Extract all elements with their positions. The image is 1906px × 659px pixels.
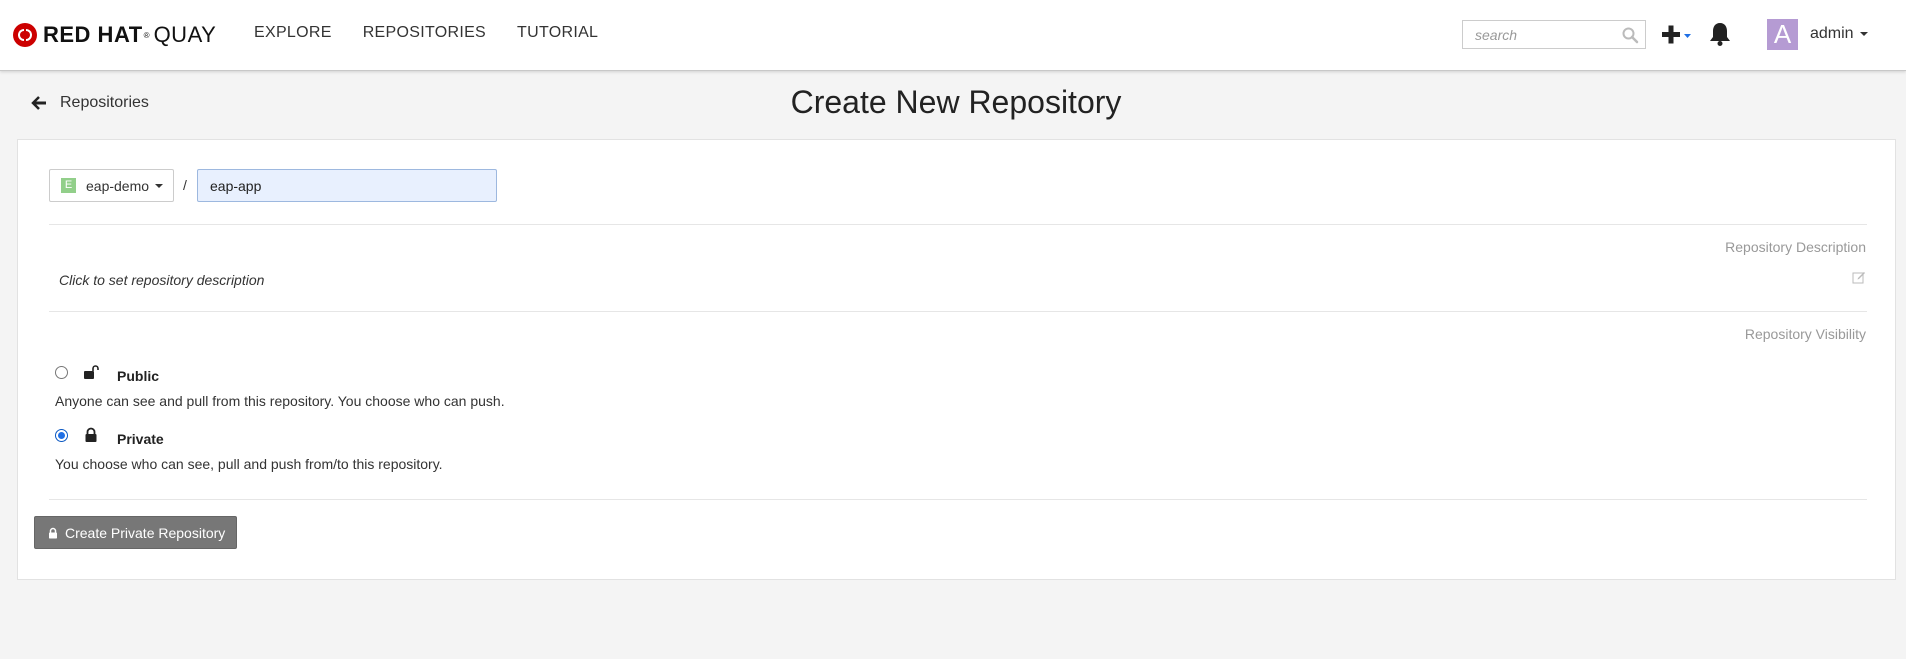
main-nav: EXPLORE REPOSITORIES TUTORIAL [254,24,629,42]
red-hat-quay-logo[interactable]: RED HAT ® QUAY [13,22,216,48]
repository-description-label: Repository Description [1725,239,1866,255]
create-repository-button-label: Create Private Repository [65,524,226,541]
lock-icon [49,527,57,538]
nav-tutorial[interactable]: TUTORIAL [517,24,598,42]
chevron-down-icon [1859,31,1868,36]
visibility-private-radio[interactable] [55,429,68,442]
username: admin [1810,25,1854,42]
repository-name-input[interactable] [197,169,497,202]
divider [49,499,1867,500]
visibility-public-title: Public [117,368,160,384]
repository-visibility-label: Repository Visibility [1744,326,1866,342]
nav-repositories[interactable]: REPOSITORIES [363,24,486,42]
logo-registered-mark: ® [143,30,150,40]
unlock-icon [84,365,99,379]
divider [49,311,1867,312]
create-repository-button[interactable]: Create Private Repository [34,516,237,549]
quay-logo-icon [13,23,37,47]
namespace-separator: / [183,177,187,193]
search-icon[interactable] [1621,26,1639,44]
top-navbar: RED HAT ® QUAY EXPLORE REPOSITORIES TUTO… [0,0,1906,71]
namespace-name: eap-demo [86,177,150,194]
nav-explore[interactable]: EXPLORE [254,24,332,42]
user-avatar[interactable]: A [1767,19,1798,50]
user-menu[interactable]: admin [1810,25,1868,43]
visibility-private-description: You choose who can see, pull and push fr… [55,456,443,472]
namespace-avatar: E [61,178,76,193]
logo-text-red-hat: RED HAT [43,22,143,47]
search-box [1462,20,1646,49]
edit-icon[interactable] [1852,270,1866,284]
search-input[interactable] [1463,21,1637,48]
plus-icon[interactable] [1660,22,1696,48]
create-repository-panel: E eap-demo / Repository Description Clic… [17,139,1896,580]
page-title: Create New Repository [790,84,1122,120]
bell-icon[interactable] [1708,21,1732,47]
visibility-private-title: Private [117,431,164,447]
repository-description-editor[interactable]: Click to set repository description [59,272,264,288]
logo-text-quay: QUAY [153,22,217,47]
visibility-public-description: Anyone can see and pull from this reposi… [55,393,505,409]
lock-icon [85,427,97,442]
divider [49,224,1867,225]
namespace-dropdown[interactable]: E eap-demo [49,169,174,202]
chevron-down-icon [155,183,164,188]
visibility-public-radio[interactable] [55,366,68,379]
